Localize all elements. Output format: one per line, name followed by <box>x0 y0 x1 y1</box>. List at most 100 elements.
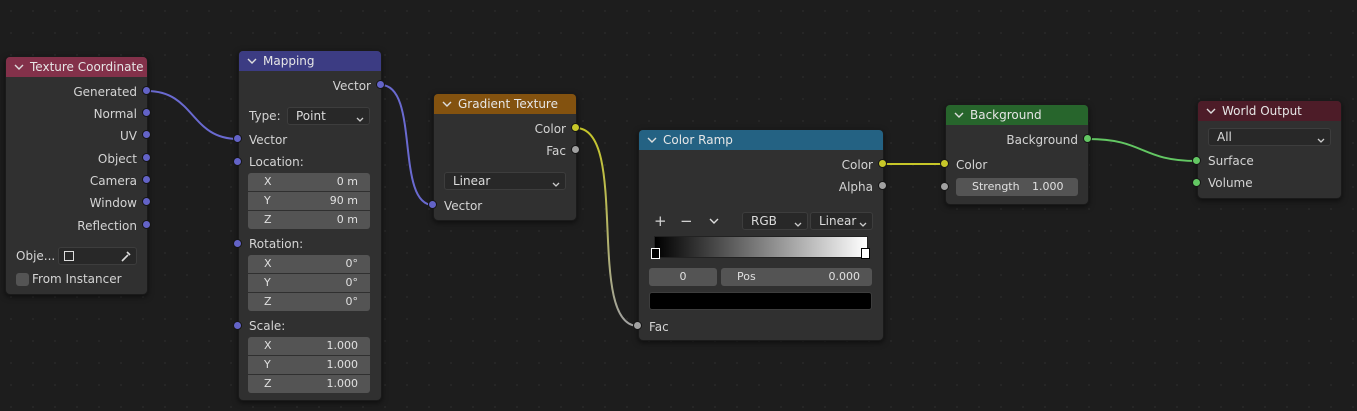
socket-rotation[interactable] <box>233 239 242 248</box>
ramp-stop-black[interactable] <box>651 248 660 259</box>
node-background[interactable]: Background Background Color Strength 1.0… <box>945 104 1089 205</box>
socket-background-strength[interactable] <box>940 182 949 191</box>
stop-index-value: 0 <box>679 270 687 283</box>
gradient-type-value: Linear <box>453 174 491 188</box>
socket-surface[interactable] <box>1192 156 1201 165</box>
target-value: All <box>1217 130 1232 144</box>
node-texture-coordinate[interactable]: Texture Coordinate Generated Normal UV O… <box>5 56 148 295</box>
rotation-fields: X 0° Y 0° Z 0° <box>248 255 370 312</box>
socket-ramp-fac[interactable] <box>633 321 642 330</box>
chevron-down-icon[interactable] <box>442 99 452 109</box>
add-stop-button[interactable]: + <box>654 213 667 229</box>
field-value: 0° <box>345 276 359 289</box>
rotation-y-field[interactable]: Y 0° <box>248 274 370 292</box>
node-mapping[interactable]: Mapping Vector Type: Point Vector Locati… <box>238 50 382 401</box>
stop-position-field[interactable]: Pos 0.000 <box>721 268 872 286</box>
output-generated: Generated <box>73 85 137 99</box>
rotation-x-field[interactable]: X 0° <box>248 255 370 273</box>
output-vector: Vector <box>332 79 371 93</box>
axis-label: X <box>264 257 272 270</box>
socket-normal[interactable] <box>142 108 151 117</box>
field-value: 0 m <box>336 213 358 226</box>
active-stop-index-field[interactable]: 0 <box>649 268 717 286</box>
output-object: Object <box>97 152 137 166</box>
socket-scale[interactable] <box>233 321 242 330</box>
target-dropdown[interactable]: All <box>1208 128 1331 146</box>
node-title: Texture Coordinate <box>30 60 144 74</box>
location-z-field[interactable]: Z 0 m <box>248 211 370 229</box>
field-value: 1.000 <box>326 377 359 390</box>
chevron-down-icon[interactable] <box>647 135 657 145</box>
field-value: 0° <box>345 295 359 308</box>
socket-volume[interactable] <box>1192 178 1201 187</box>
input-surface-label: Surface <box>1208 154 1254 168</box>
socket-background-output[interactable] <box>1083 134 1092 143</box>
chevron-down-icon[interactable] <box>14 62 24 72</box>
object-label: Obje... <box>16 249 56 263</box>
output-background: Background <box>1006 133 1078 147</box>
scale-label: Scale: <box>249 319 286 333</box>
axis-label: Y <box>264 194 271 207</box>
axis-label: Y <box>264 276 271 289</box>
interpolation-dropdown[interactable]: Linear <box>810 212 873 230</box>
location-fields: X 0 m Y 90 m Z 0 m <box>248 173 370 230</box>
socket-reflection[interactable] <box>142 220 151 229</box>
location-y-field[interactable]: Y 90 m <box>248 192 370 210</box>
scale-z-field[interactable]: Z 1.000 <box>248 375 370 393</box>
stop-color-swatch[interactable] <box>649 292 872 310</box>
output-fac: Fac <box>546 144 566 158</box>
object-picker-field[interactable] <box>58 247 137 265</box>
socket-ramp-color[interactable] <box>878 159 887 168</box>
strength-field[interactable]: Strength 1.000 <box>956 178 1078 196</box>
node-title: Color Ramp <box>663 133 733 147</box>
node-header[interactable]: Gradient Texture <box>434 94 576 114</box>
remove-stop-button[interactable]: − <box>680 213 693 229</box>
socket-uv[interactable] <box>142 130 151 139</box>
node-world-output[interactable]: World Output All Surface Volume <box>1197 100 1342 199</box>
color-mode-dropdown[interactable]: RGB <box>742 212 808 230</box>
rotation-z-field[interactable]: Z 0° <box>248 293 370 311</box>
socket-object[interactable] <box>142 153 151 162</box>
field-value: 0° <box>345 257 359 270</box>
socket-mapping-input-vector[interactable] <box>233 134 242 143</box>
chevron-down-icon <box>859 217 867 227</box>
node-header[interactable]: Background <box>946 105 1088 125</box>
node-header[interactable]: Mapping <box>239 51 381 71</box>
node-header[interactable]: Color Ramp <box>639 130 883 150</box>
node-color-ramp[interactable]: Color Ramp Color Alpha + − RGB Linear 0 … <box>638 129 884 341</box>
gradient-type-dropdown[interactable]: Linear <box>444 172 566 190</box>
socket-gradient-vector[interactable] <box>428 200 437 209</box>
color-ramp-gradient[interactable] <box>654 236 868 258</box>
node-gradient-texture[interactable]: Gradient Texture Color Fac Linear Vector <box>433 93 577 221</box>
socket-mapping-output-vector[interactable] <box>376 80 385 89</box>
scale-x-field[interactable]: X 1.000 <box>248 337 370 355</box>
scale-y-field[interactable]: Y 1.000 <box>248 356 370 374</box>
ramp-stop-white[interactable] <box>861 248 870 259</box>
input-fac-label: Fac <box>649 320 669 334</box>
link-generated-to-vector <box>146 90 239 140</box>
chevron-down-icon <box>709 215 719 229</box>
eyedropper-icon[interactable] <box>120 249 132 267</box>
socket-ramp-alpha[interactable] <box>878 181 887 190</box>
socket-window[interactable] <box>142 197 151 206</box>
field-value: 0 m <box>336 175 358 188</box>
input-volume-label: Volume <box>1208 176 1253 190</box>
socket-camera[interactable] <box>142 175 151 184</box>
chevron-down-icon <box>794 217 802 227</box>
socket-location[interactable] <box>233 157 242 166</box>
ramp-menu-button[interactable] <box>709 214 719 230</box>
type-dropdown[interactable]: Point <box>287 107 370 125</box>
chevron-down-icon[interactable] <box>954 110 964 120</box>
node-header[interactable]: World Output <box>1198 101 1341 121</box>
socket-gradient-fac[interactable] <box>571 145 580 154</box>
location-x-field[interactable]: X 0 m <box>248 173 370 191</box>
strength-value: 1.000 <box>1032 180 1064 193</box>
socket-background-color[interactable] <box>940 159 949 168</box>
node-header[interactable]: Texture Coordinate <box>6 57 147 77</box>
socket-gradient-color[interactable] <box>571 123 580 132</box>
from-instancer-label: From Instancer <box>32 272 122 286</box>
socket-generated[interactable] <box>142 86 151 95</box>
chevron-down-icon[interactable] <box>1206 106 1216 116</box>
from-instancer-checkbox[interactable] <box>16 273 29 286</box>
chevron-down-icon[interactable] <box>247 56 257 66</box>
